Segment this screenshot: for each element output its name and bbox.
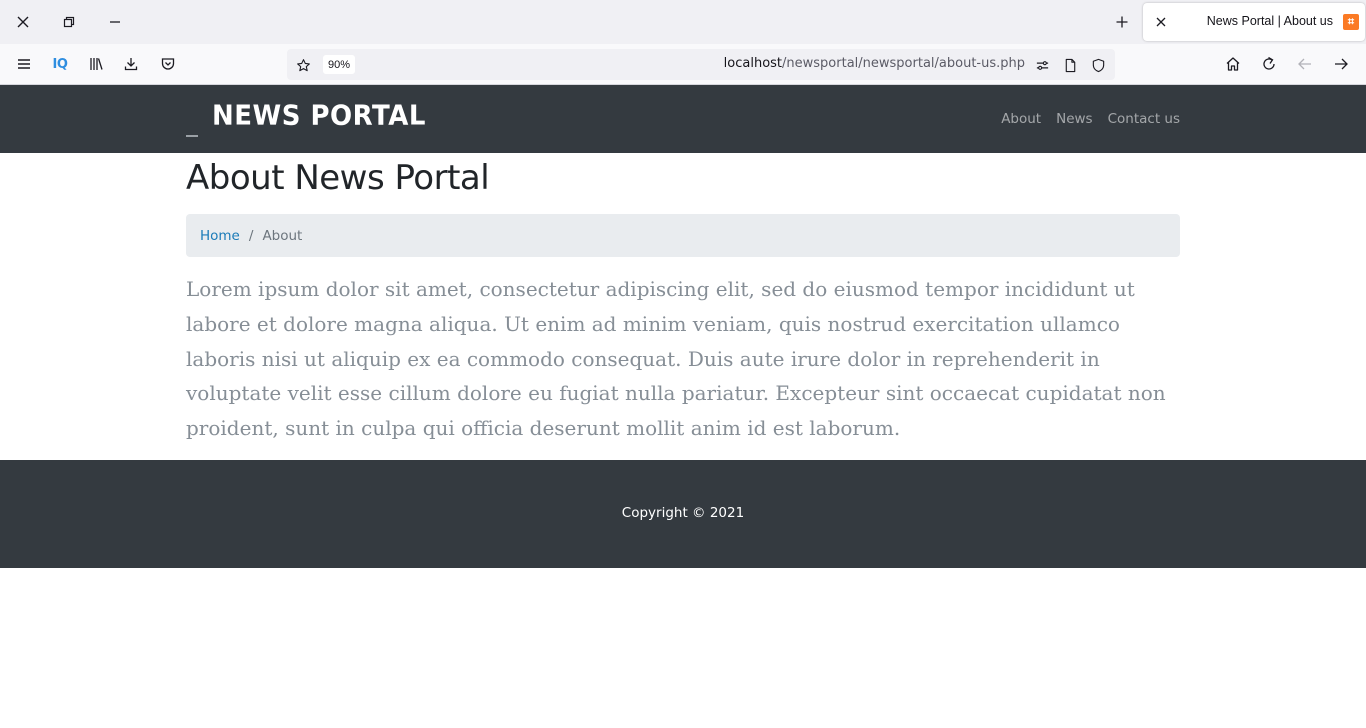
menu-icon — [18, 59, 30, 69]
home-button[interactable] — [1218, 49, 1248, 79]
menu-button[interactable] — [9, 49, 39, 79]
nav-link-contact[interactable]: Contact us — [1108, 111, 1180, 127]
breadcrumb-separator: / — [248, 227, 254, 244]
brand-logo-icon — [186, 135, 198, 137]
browser-toolbar: IQ 90% localhost/newsportal/newsportal/a… — [0, 44, 1366, 85]
downloads-icon — [124, 58, 138, 71]
page-title: About News Portal — [186, 158, 490, 198]
active-tab[interactable]: News Portal | About us ⌗ — [1143, 3, 1365, 41]
forward-icon — [1335, 58, 1348, 70]
breadcrumb-home-link[interactable]: Home — [200, 228, 240, 244]
about-body-text: Lorem ipsum dolor sit amet, consectetur … — [186, 277, 1166, 441]
iq-extension-button[interactable]: IQ — [45, 49, 75, 79]
library-icon — [90, 58, 103, 70]
permissions-button[interactable] — [1031, 54, 1053, 76]
url-bar[interactable]: 90% localhost/newsportal/newsportal/abou… — [287, 49, 1115, 80]
close-icon — [17, 16, 29, 28]
tab-close-button[interactable] — [1149, 10, 1173, 34]
pocket-button[interactable] — [153, 49, 183, 79]
url-path: /newsportal/newsportal/about-us.php — [782, 56, 1025, 71]
tab-title: News Portal | About us — [1206, 14, 1333, 28]
site-nav-links: About News Contact us — [1001, 111, 1180, 127]
brand-title: NEWS PORTAL — [212, 100, 426, 132]
permissions-icon — [1036, 60, 1048, 70]
close-window-button[interactable] — [7, 6, 39, 38]
tracking-protection-button[interactable] — [1087, 54, 1109, 76]
reload-button[interactable] — [1254, 49, 1284, 79]
minimize-icon — [110, 21, 120, 23]
bookmark-button[interactable] — [292, 54, 314, 76]
nav-link-about[interactable]: About — [1001, 111, 1041, 127]
downloads-button[interactable] — [116, 49, 146, 79]
new-tab-icon — [1116, 16, 1128, 28]
copyright-text: Copyright © 2021 — [621, 505, 745, 521]
library-button[interactable] — [81, 49, 111, 79]
nav-link-news[interactable]: News — [1056, 111, 1092, 127]
iq-label: IQ — [52, 56, 68, 72]
pocket-icon — [161, 58, 175, 70]
home-icon — [1226, 57, 1240, 71]
restore-window-button[interactable] — [53, 6, 85, 38]
reader-view-button[interactable] — [1059, 54, 1081, 76]
forward-button[interactable] — [1326, 49, 1356, 79]
close-icon — [1156, 17, 1166, 27]
site-brand[interactable]: NEWS PORTAL — [186, 97, 446, 141]
url-text[interactable]: localhost/newsportal/newsportal/about-us… — [724, 56, 1025, 71]
site-navbar: NEWS PORTAL About News Contact us — [0, 85, 1366, 153]
new-tab-button[interactable] — [1106, 6, 1138, 38]
site-footer: Copyright © 2021 — [0, 460, 1366, 568]
back-button[interactable] — [1290, 49, 1320, 79]
url-host: localhost — [723, 56, 783, 71]
reload-icon — [1263, 56, 1275, 70]
minimize-window-button[interactable] — [99, 6, 131, 38]
favicon-icon: ⌗ — [1343, 14, 1359, 30]
reader-view-icon — [1065, 58, 1075, 72]
restore-icon — [63, 16, 75, 28]
breadcrumb-current: About — [262, 227, 303, 244]
zoom-level[interactable]: 90% — [323, 55, 355, 74]
tab-strip: News Portal | About us ⌗ — [0, 0, 1366, 44]
breadcrumb: Home / About — [186, 214, 1180, 257]
back-icon — [1298, 58, 1311, 70]
bookmark-star-icon — [296, 58, 310, 71]
shield-icon — [1092, 58, 1104, 72]
